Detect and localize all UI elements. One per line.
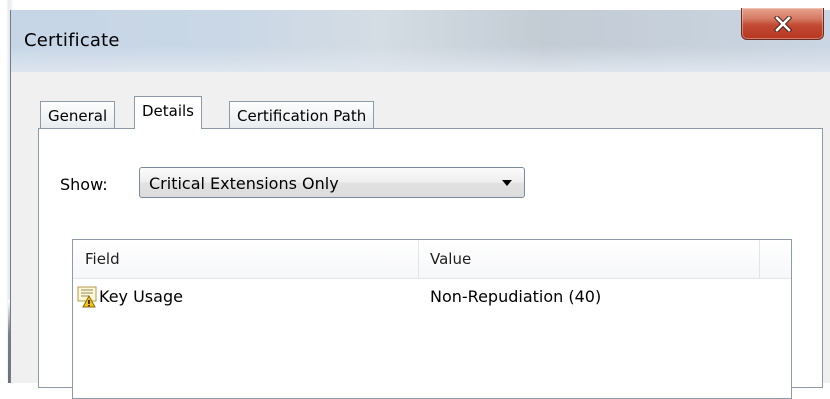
- tab-label: Certification Path: [237, 107, 367, 125]
- details-panel: Show: Critical Extensions Only Field Val…: [38, 128, 823, 399]
- column-divider[interactable]: [759, 240, 760, 278]
- field-value: Non-Repudiation (40): [430, 287, 602, 306]
- fields-list[interactable]: Field Value Key Usage Non-Repudiation (4…: [72, 239, 792, 399]
- tab-general[interactable]: General: [40, 101, 116, 128]
- certificate-warning-icon: [77, 286, 97, 308]
- table-row[interactable]: Key Usage Non-Repudiation (40): [73, 284, 791, 310]
- title-bar[interactable]: Certificate: [11, 8, 830, 72]
- window-title: Certificate: [24, 30, 120, 51]
- tab-label: General: [48, 107, 108, 125]
- chevron-down-icon: [502, 180, 512, 186]
- field-name: Key Usage: [99, 287, 183, 306]
- show-dropdown[interactable]: Critical Extensions Only: [139, 167, 525, 198]
- certificate-dialog: Certificate General Details Certificatio…: [10, 8, 830, 399]
- close-button[interactable]: [741, 8, 824, 40]
- show-selected-value: Critical Extensions Only: [149, 174, 339, 193]
- close-icon: [773, 15, 792, 32]
- tab-certification-path[interactable]: Certification Path: [229, 101, 375, 128]
- tab-label: Details: [142, 102, 195, 120]
- column-divider[interactable]: [418, 240, 419, 278]
- column-header-field[interactable]: Field: [85, 250, 120, 268]
- tabs-area: General Details Certification Path Show:…: [11, 72, 830, 399]
- column-header-value[interactable]: Value: [430, 250, 471, 268]
- show-label: Show:: [60, 175, 108, 194]
- tab-details[interactable]: Details: [134, 96, 203, 129]
- list-header: Field Value: [73, 240, 791, 279]
